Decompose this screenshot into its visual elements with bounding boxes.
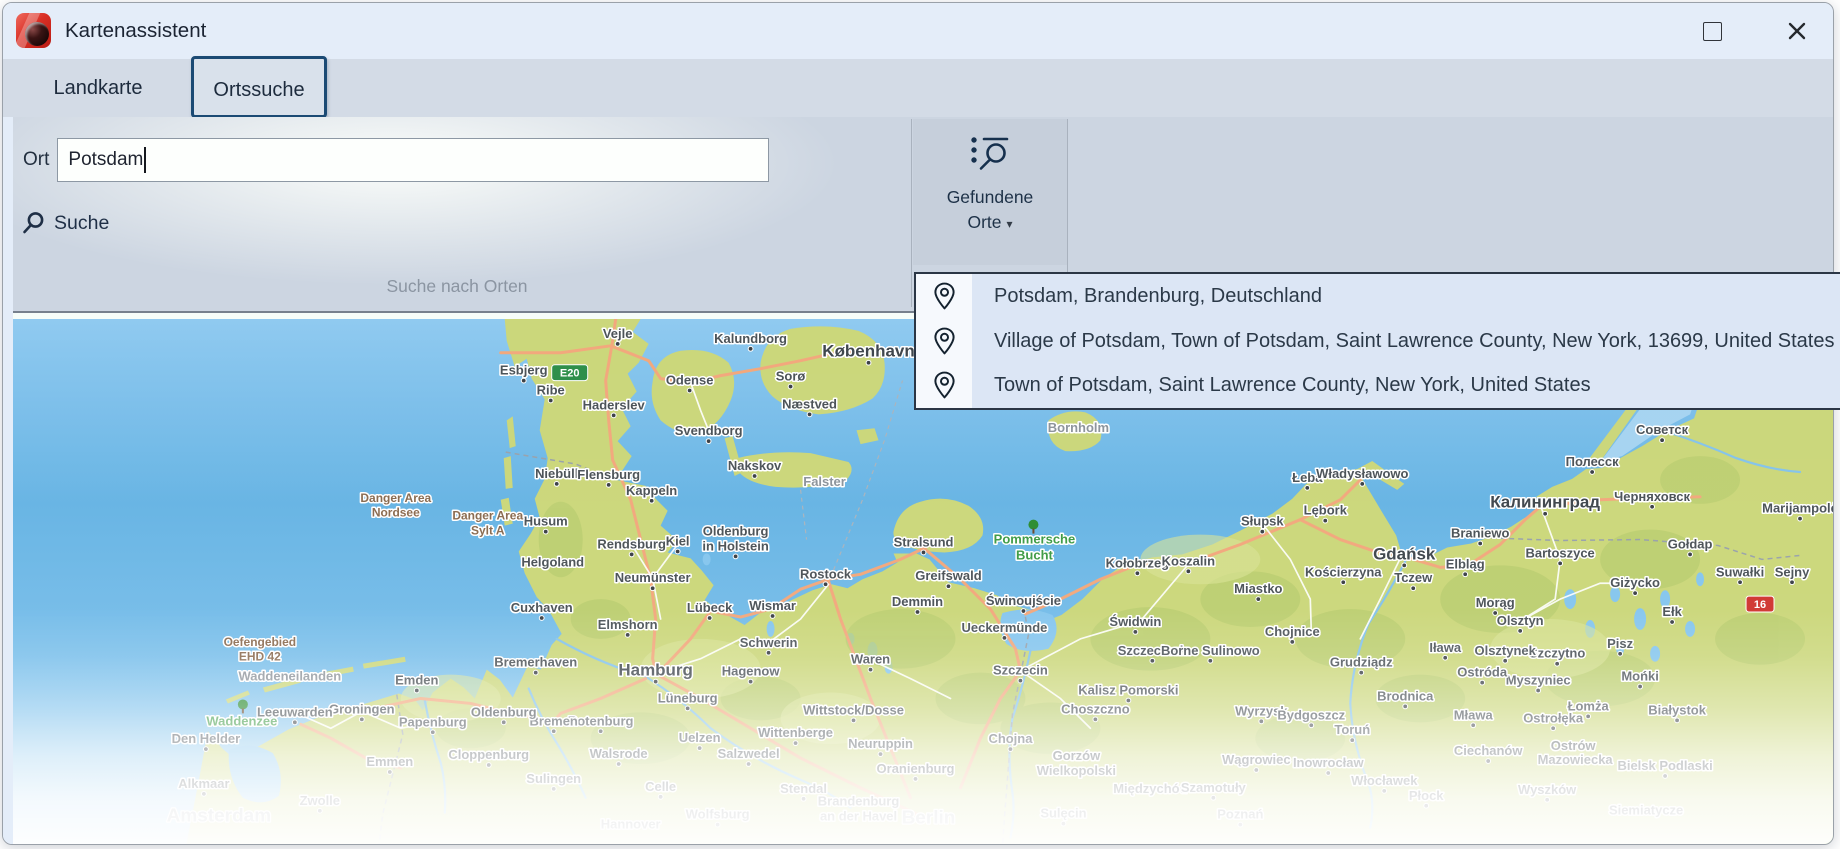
dropdown-item-label: Village of Potsdam, Town of Potsdam, Sai… [972, 330, 1840, 353]
chevron-down-icon: ▾ [1007, 217, 1013, 231]
app-logo-icon [16, 13, 51, 48]
gefundene-orte-button[interactable]: Gefundene Orte▾ [913, 119, 1067, 265]
location-pin-icon [916, 371, 972, 400]
tab-ortssuche[interactable]: Ortssuche [191, 56, 327, 118]
dropdown-item[interactable]: Town of Potsdam, Saint Lawrence County, … [916, 363, 1840, 408]
search-icon [21, 210, 47, 236]
app-window: Kartenassistent Landkarte Ortssuche Ort … [2, 2, 1834, 845]
text-cursor [144, 147, 146, 173]
suche-label: Suche [54, 212, 109, 235]
suche-button[interactable]: Suche [21, 203, 109, 243]
close-button[interactable] [1781, 16, 1813, 46]
ribbon-group-label: Suche nach Orten [3, 276, 911, 297]
ort-input[interactable]: Potsdam [57, 138, 769, 182]
close-x-icon [1787, 21, 1807, 41]
dropdown-item-label: Town of Potsdam, Saint Lawrence County, … [972, 374, 1840, 397]
maximize-button[interactable] [1703, 22, 1722, 41]
titlebar: Kartenassistent [3, 3, 1833, 59]
found-places-list-search-icon [967, 129, 1013, 177]
dropdown-item[interactable]: Potsdam, Brandenburg, Deutschland [916, 274, 1840, 319]
dropdown-item-label: Potsdam, Brandenburg, Deutschland [972, 285, 1840, 308]
dropdown-item[interactable]: Village of Potsdam, Town of Potsdam, Sai… [916, 319, 1840, 364]
ort-input-value: Potsdam [68, 149, 143, 171]
location-pin-icon [916, 327, 972, 356]
found-places-dropdown: Potsdam, Brandenburg, Deutschland Villag… [914, 272, 1840, 410]
left-margin-strip [3, 117, 13, 844]
gefundene-label-line2: Orte▾ [967, 210, 1012, 237]
window-title: Kartenassistent [65, 3, 206, 59]
gefundene-label-line1: Gefundene [947, 185, 1034, 210]
ort-label: Ort [23, 149, 49, 171]
tab-landkarte[interactable]: Landkarte [33, 59, 163, 117]
location-pin-icon [916, 282, 972, 311]
screen: { "window": { "title": "Kartenassistent"… [0, 0, 1840, 849]
dropdown-list: Potsdam, Brandenburg, Deutschland Villag… [916, 274, 1840, 408]
